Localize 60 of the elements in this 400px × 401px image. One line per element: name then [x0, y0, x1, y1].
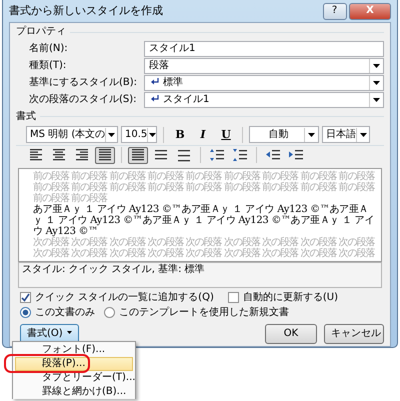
- previous-paragraph-text: 前の段落 前の段落 前の段落 前の段落 前の段落 前の段落 前の段落 前の段落 前の段落: [33, 170, 375, 182]
- spacing-double-icon: [176, 147, 192, 163]
- size-dropdown[interactable]: 10.5: [121, 126, 157, 143]
- space-before-button[interactable]: [207, 146, 227, 164]
- checkbox[interactable]: [228, 292, 239, 303]
- group-heading: プロパティ: [16, 26, 66, 38]
- dropdown-arrow-icon[interactable]: [308, 132, 315, 136]
- bold-button[interactable]: B: [170, 126, 190, 144]
- next-paragraph-text: 次の段落 次の段落 次の段落 次の段落 次の段落 次の段落 次の段落 次の段落 次の段落: [33, 236, 375, 248]
- dropdown-field[interactable]: スタイル1: [144, 92, 384, 108]
- align-right-icon: [74, 147, 90, 163]
- checkbox-label: クイック スタイルの一覧に追加する(Q): [35, 292, 214, 304]
- field-label: 種類(T):: [29, 60, 68, 72]
- sample-text: あア亜Ａｙ １ アイウ Ay123 ©™あア亜Ａｙ １ アイウ Ay123 ©™あア亜Ａｙ １ アイウ Ay123 ©™あア亜Ａｙ １ アイウ Ay123 ©™あア亜Ａｙ １ アイウ Ay123 ©™: [33, 204, 375, 236]
- italic-button[interactable]: I: [193, 126, 213, 144]
- align-center-icon: [51, 147, 67, 163]
- cancel-button[interactable]: キャンセル: [324, 324, 384, 344]
- radio-label: この文書のみ: [35, 306, 95, 318]
- ok-button[interactable]: OK: [265, 324, 317, 344]
- menu-item[interactable]: 罫線と網かけ(B)...: [15, 385, 133, 399]
- group-heading: 書式: [16, 110, 36, 122]
- dropdown-arrow-icon[interactable]: [373, 98, 380, 102]
- next-paragraph-text: 次の段落 次の段落 次の段落 次の段落 次の段落 次の段落 次の段落 次の段落 次の段落: [33, 248, 375, 258]
- spacing-single-icon: [130, 147, 146, 163]
- dropdown-field[interactable]: 段落: [144, 58, 384, 74]
- dropdown-arrow-icon[interactable]: [360, 132, 366, 136]
- field-label: 基準にするスタイル(B):: [29, 76, 138, 88]
- menu-item[interactable]: 段落(P)...: [15, 357, 133, 371]
- style-description: スタイル: クイック スタイル, 基準: 標準: [22, 264, 205, 274]
- format-button[interactable]: 書式(O): [20, 324, 79, 344]
- color-dropdown[interactable]: 自動: [249, 126, 319, 143]
- dropdown-arrow-icon[interactable]: [373, 80, 380, 84]
- spacing-single-button[interactable]: [128, 146, 148, 164]
- dropdown-arrow-icon[interactable]: [373, 64, 380, 68]
- language-dropdown[interactable]: 日本語: [322, 126, 370, 143]
- menu-item[interactable]: フォント(F)...: [15, 343, 133, 357]
- justify-button[interactable]: [95, 146, 115, 164]
- space-before-icon: [209, 147, 225, 163]
- input-field[interactable]: スタイル1: [144, 40, 384, 56]
- window-title: 書式から新しいスタイルを作成: [9, 4, 163, 18]
- dropdown-arrow-icon[interactable]: [148, 132, 156, 136]
- previous-paragraph-text: 前の段落 前の段落 前の段落 前の段落 前の段落 前の段落 前の段落 前の段落 前の段落: [33, 182, 375, 192]
- radio-label: このテンプレートを使用した新規文書: [119, 306, 289, 318]
- previous-paragraph-text: 前の段落 前の段落: [33, 192, 108, 204]
- justify-icon: [97, 147, 113, 163]
- dropdown-field[interactable]: 標準: [144, 74, 384, 90]
- field-label: 次の段落のスタイル(S):: [29, 94, 138, 106]
- radio-button[interactable]: [20, 307, 31, 318]
- radio-button[interactable]: [104, 307, 115, 318]
- dropdown-arrow-icon[interactable]: [108, 132, 116, 136]
- align-left-icon: [28, 147, 44, 163]
- checkbox-label: 自動的に更新する(U): [242, 292, 338, 304]
- font-dropdown[interactable]: MS 明朝 (本文の: [26, 126, 118, 143]
- help-button[interactable]: ?: [322, 2, 346, 20]
- field-label: 名前(N):: [29, 42, 69, 54]
- checkbox[interactable]: [20, 292, 31, 303]
- space-after-icon: [232, 147, 248, 163]
- space-after-button[interactable]: [230, 146, 250, 164]
- underline-button[interactable]: U: [216, 126, 236, 144]
- caret-icon: [66, 331, 72, 334]
